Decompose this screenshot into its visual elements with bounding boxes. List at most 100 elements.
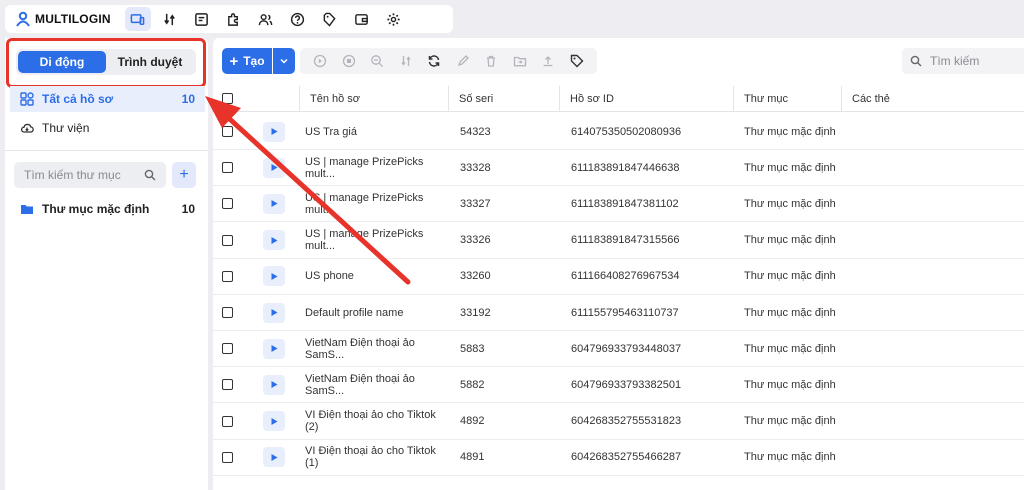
profile-name[interactable]: US | manage PrizePicks mult... [305, 223, 445, 258]
start-profile-button[interactable] [263, 157, 285, 178]
upload-icon[interactable] [541, 54, 555, 68]
start-profile-button[interactable] [263, 447, 285, 468]
move-folder-icon[interactable] [513, 54, 527, 68]
profile-search-input[interactable]: Tìm kiếm [902, 48, 1024, 74]
row-checkbox[interactable] [222, 343, 233, 355]
play-icon [271, 453, 277, 461]
row-checkbox[interactable] [222, 307, 233, 318]
refresh-icon[interactable] [427, 54, 441, 68]
header-profile-id[interactable]: Hồ sơ ID [559, 86, 734, 111]
add-folder-button[interactable]: + [172, 162, 196, 188]
profile-name[interactable]: VietNam Điện thoại ảo SamS... [305, 331, 445, 366]
select-all-checkbox[interactable] [222, 93, 233, 104]
start-profile-button[interactable] [263, 121, 285, 142]
play-circle-icon[interactable] [313, 54, 327, 68]
row-checkbox[interactable] [222, 270, 233, 282]
extensions-icon [228, 12, 239, 26]
play-icon [271, 309, 277, 316]
table-row[interactable]: VietNam Điện thoại ảo SamS... 5883 6047969… [213, 331, 1024, 368]
edit-icon[interactable] [456, 54, 470, 68]
search-icon [910, 55, 922, 67]
header-name[interactable]: Tên hồ sơ [299, 86, 449, 111]
header-tags[interactable]: Các thẻ [841, 86, 1021, 111]
sidebar-item-library[interactable]: Thư viện [10, 115, 205, 141]
nav-profiles[interactable] [189, 7, 215, 31]
profile-id: 611166408276967534 [571, 270, 680, 283]
logo[interactable]: MULTILOGIN [15, 11, 111, 27]
start-profile-button[interactable] [263, 374, 285, 395]
create-button[interactable]: + Tạo [222, 48, 272, 74]
profile-folder: Thư mục mặc định [744, 270, 836, 283]
nav-devices[interactable] [124, 7, 151, 31]
create-dropdown-button[interactable] [273, 48, 295, 74]
trash-icon[interactable] [484, 54, 498, 68]
row-play-cell [263, 150, 285, 185]
settings-icon [387, 12, 400, 26]
header-serial[interactable]: Số seri [448, 86, 559, 111]
logo-icon [16, 11, 30, 27]
tag-icon[interactable] [570, 54, 584, 68]
profile-serial: 5883 [460, 342, 485, 355]
profile-id: 611183891847315566 [571, 234, 680, 247]
row-checkbox[interactable] [222, 162, 233, 174]
sidebar-item-all-profiles[interactable]: Tất cả hồ sơ 10 [10, 86, 205, 112]
table-row[interactable]: US phone 33260 611166408276967534 Thư mục m… [213, 259, 1024, 295]
sidebar-item-default-folder[interactable]: Thư mục mặc định 10 [10, 196, 205, 222]
profile-name[interactable]: VI Điện thoại ảo cho Tiktok (1) [305, 440, 445, 475]
row-select-cell [222, 440, 233, 475]
row-checkbox[interactable] [222, 234, 233, 246]
devices-icon [130, 13, 145, 25]
play-icon [271, 128, 277, 135]
table-row[interactable]: VI Điện thoại ảo cho Tiktok (2) 4892 60426… [213, 404, 1024, 440]
profile-name[interactable]: Default profile name [305, 295, 445, 330]
profile-name[interactable]: US | manage PrizePicks mult... [305, 150, 445, 185]
row-checkbox[interactable] [222, 198, 233, 210]
cloud-icon [20, 123, 34, 133]
nav-wallet[interactable] [349, 7, 375, 31]
profile-folder: Thư mục mặc định [744, 342, 836, 355]
row-checkbox[interactable] [222, 126, 233, 137]
nav-settings[interactable] [381, 7, 407, 31]
table-row[interactable]: US | manage PrizePicks mult... 33328 61118… [213, 150, 1024, 187]
row-checkbox[interactable] [222, 415, 233, 427]
profile-serial: 33327 [460, 197, 491, 210]
start-profile-button[interactable] [263, 411, 285, 432]
folder-search-placeholder: Tìm kiếm thư mục [24, 168, 121, 182]
folder-search-input[interactable]: Tìm kiếm thư mục [14, 162, 166, 188]
nav-help[interactable] [285, 7, 311, 31]
table-header: Tên hồ sơ Số seri Hồ sơ ID Thư mục Các t… [213, 86, 1024, 112]
header-folder[interactable]: Thư mục [733, 86, 834, 111]
profile-serial: 4891 [460, 451, 485, 464]
row-checkbox[interactable] [222, 379, 233, 391]
zoom-out-icon[interactable] [370, 54, 384, 68]
search-placeholder: Tìm kiếm [930, 54, 980, 68]
nav-extensions[interactable] [221, 7, 247, 31]
nav-team[interactable] [253, 7, 279, 31]
grid-icon [20, 92, 34, 106]
table-row[interactable]: US | manage PrizePicks mult... 33326 61118… [213, 223, 1024, 259]
help-icon [291, 12, 305, 26]
start-profile-button[interactable] [263, 230, 285, 251]
start-profile-button[interactable] [263, 193, 285, 214]
stop-circle-icon[interactable] [342, 54, 356, 68]
row-select-cell [222, 295, 233, 330]
profile-name[interactable]: VI Điện thoại ảo cho Tiktok (2) [305, 404, 445, 439]
start-profile-button[interactable] [263, 266, 285, 287]
start-profile-button[interactable] [263, 302, 285, 323]
table-row[interactable]: Default profile name 33192 611155795463110… [213, 295, 1024, 331]
table-row[interactable]: US Tra giá 54323 614075350502080936 Thư mục… [213, 114, 1024, 150]
table-row[interactable]: VietNam Điện thoại ảo SamS... 5882 6047969… [213, 367, 1024, 404]
start-profile-button[interactable] [263, 338, 285, 359]
transfer-icon[interactable] [399, 54, 413, 68]
nav-automation[interactable] [157, 7, 183, 31]
play-icon [271, 236, 277, 244]
profile-name[interactable]: VietNam Điện thoại ảo SamS... [305, 367, 445, 402]
nav-billing[interactable] [317, 7, 343, 31]
row-select-cell [222, 367, 233, 402]
profile-name[interactable]: US | manage PrizePicks mult... [305, 186, 445, 221]
table-row[interactable]: US | manage PrizePicks mult... 33327 61118… [213, 186, 1024, 223]
profile-name[interactable]: US Tra giá [305, 114, 445, 149]
table-row[interactable]: VI Điện thoại ảo cho Tiktok (1) 4891 60426… [213, 440, 1024, 476]
row-checkbox[interactable] [222, 451, 233, 463]
profile-name[interactable]: US phone [305, 259, 445, 294]
